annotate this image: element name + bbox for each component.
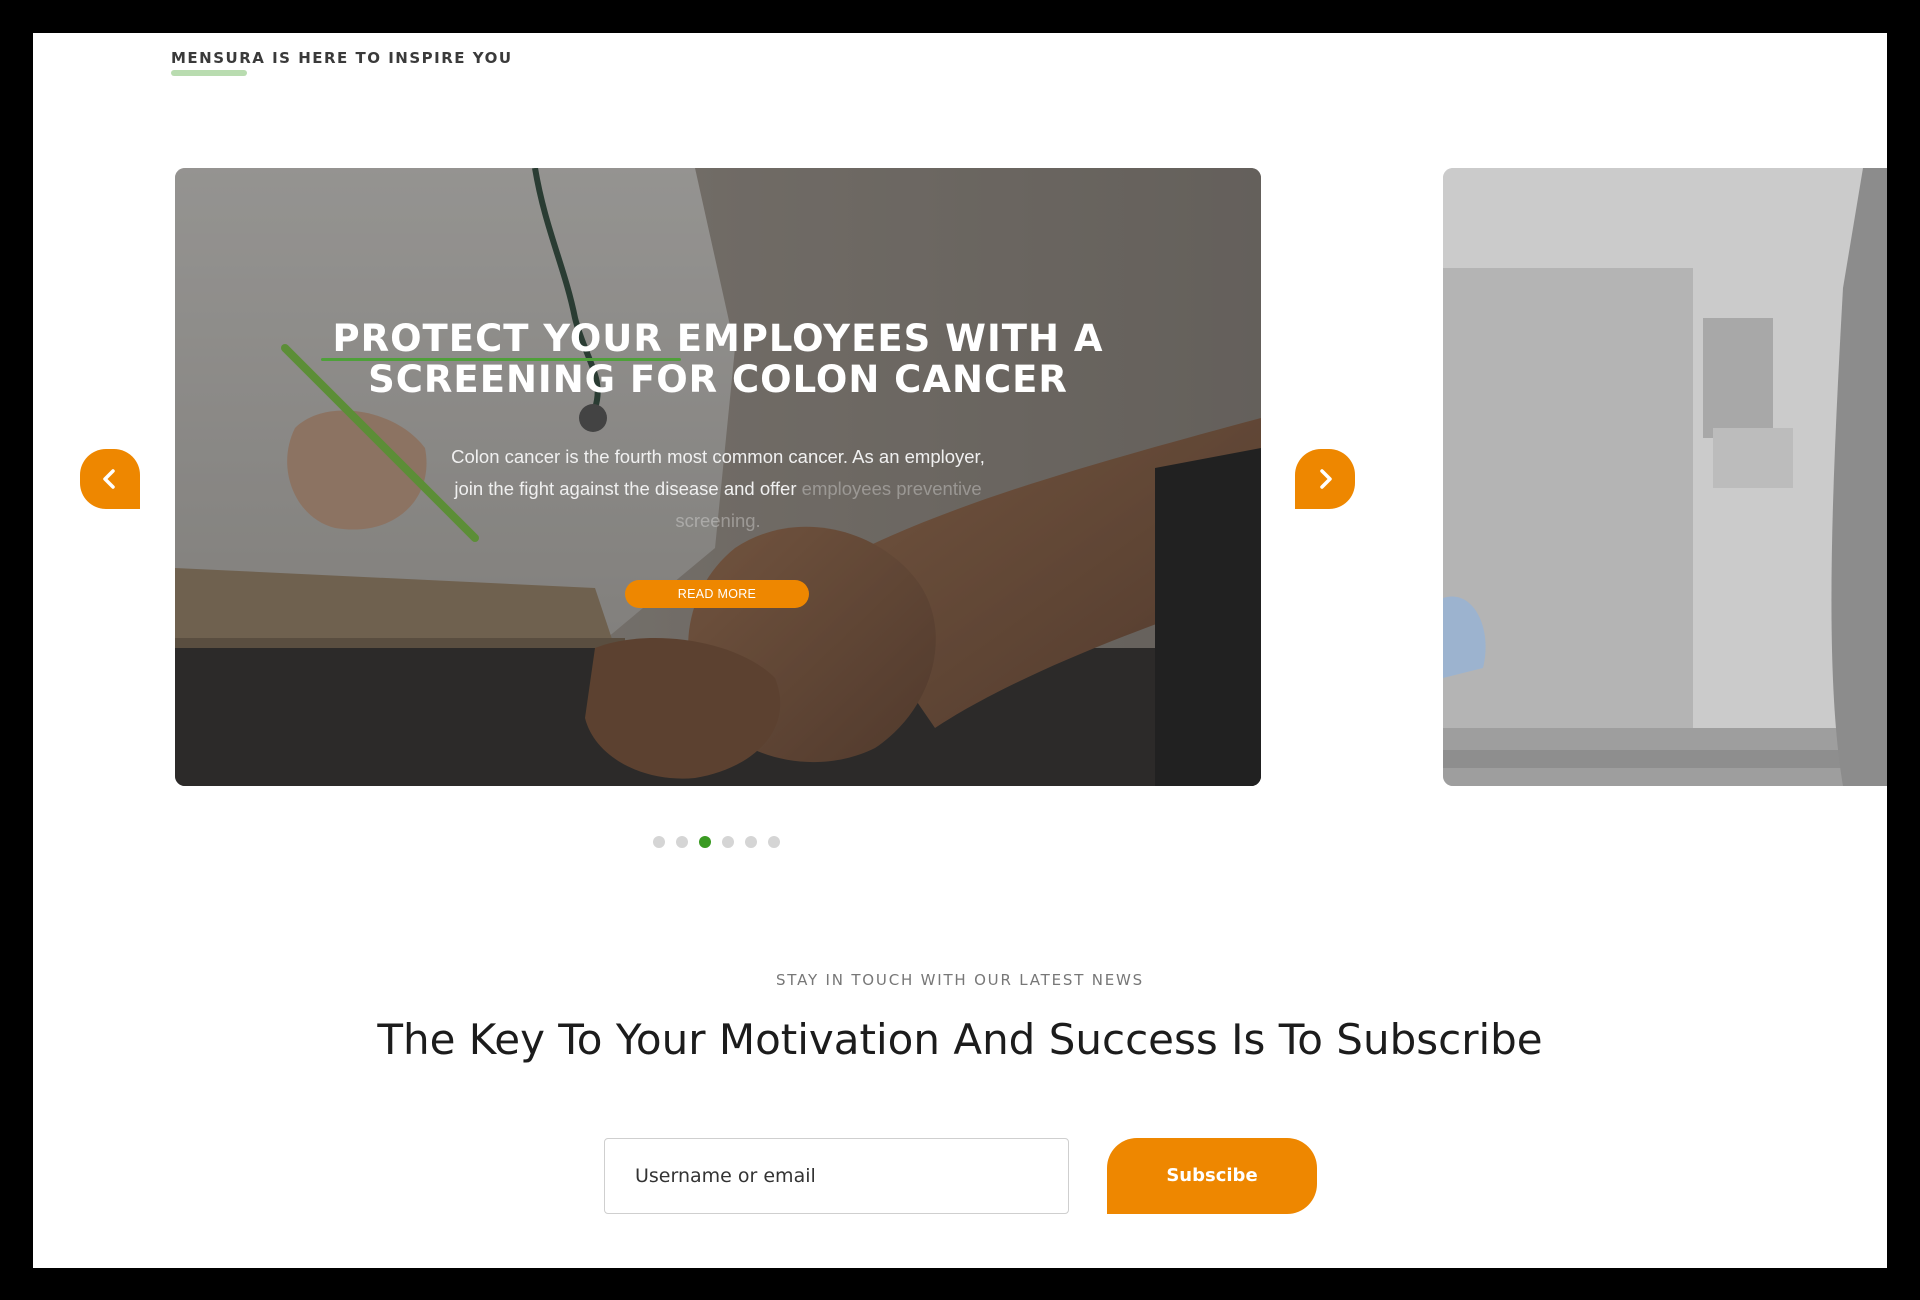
slide-title: PROTECT YOUR EMPLOYEES WITH A SCREENING … bbox=[332, 317, 1104, 401]
next-slide-image bbox=[1443, 168, 1887, 786]
carousel-slide-next[interactable] bbox=[1443, 168, 1887, 786]
subscribe-title: The Key To Your Motivation And Success I… bbox=[377, 1015, 1543, 1064]
carousel-prev-button[interactable] bbox=[80, 449, 140, 509]
chevron-left-icon bbox=[103, 469, 115, 489]
subscribe-button[interactable]: Subscibe bbox=[1107, 1138, 1317, 1214]
email-field[interactable] bbox=[604, 1138, 1069, 1214]
read-more-button[interactable]: READ MORE bbox=[625, 580, 809, 608]
page: MENSURA IS HERE TO INSPIRE YOU PROTECT Y… bbox=[33, 33, 1887, 1268]
carousel-dot-3-active[interactable] bbox=[699, 836, 711, 848]
section-eyebrow: MENSURA IS HERE TO INSPIRE YOU bbox=[171, 49, 513, 67]
carousel-dot-5[interactable] bbox=[745, 836, 757, 848]
carousel-slide-active[interactable]: PROTECT YOUR EMPLOYEES WITH A SCREENING … bbox=[175, 168, 1261, 786]
chevron-right-icon bbox=[1320, 469, 1332, 489]
carousel-pagination bbox=[653, 836, 780, 848]
carousel-next-button[interactable] bbox=[1295, 449, 1355, 509]
carousel-dot-2[interactable] bbox=[676, 836, 688, 848]
carousel-dot-4[interactable] bbox=[722, 836, 734, 848]
eyebrow-underline bbox=[171, 70, 247, 76]
carousel-dot-1[interactable] bbox=[653, 836, 665, 848]
slide-description: Colon cancer is the fourth most common c… bbox=[445, 441, 991, 537]
carousel-dot-6[interactable] bbox=[768, 836, 780, 848]
subscribe-eyebrow: STAY IN TOUCH WITH OUR LATEST NEWS bbox=[775, 971, 1144, 989]
